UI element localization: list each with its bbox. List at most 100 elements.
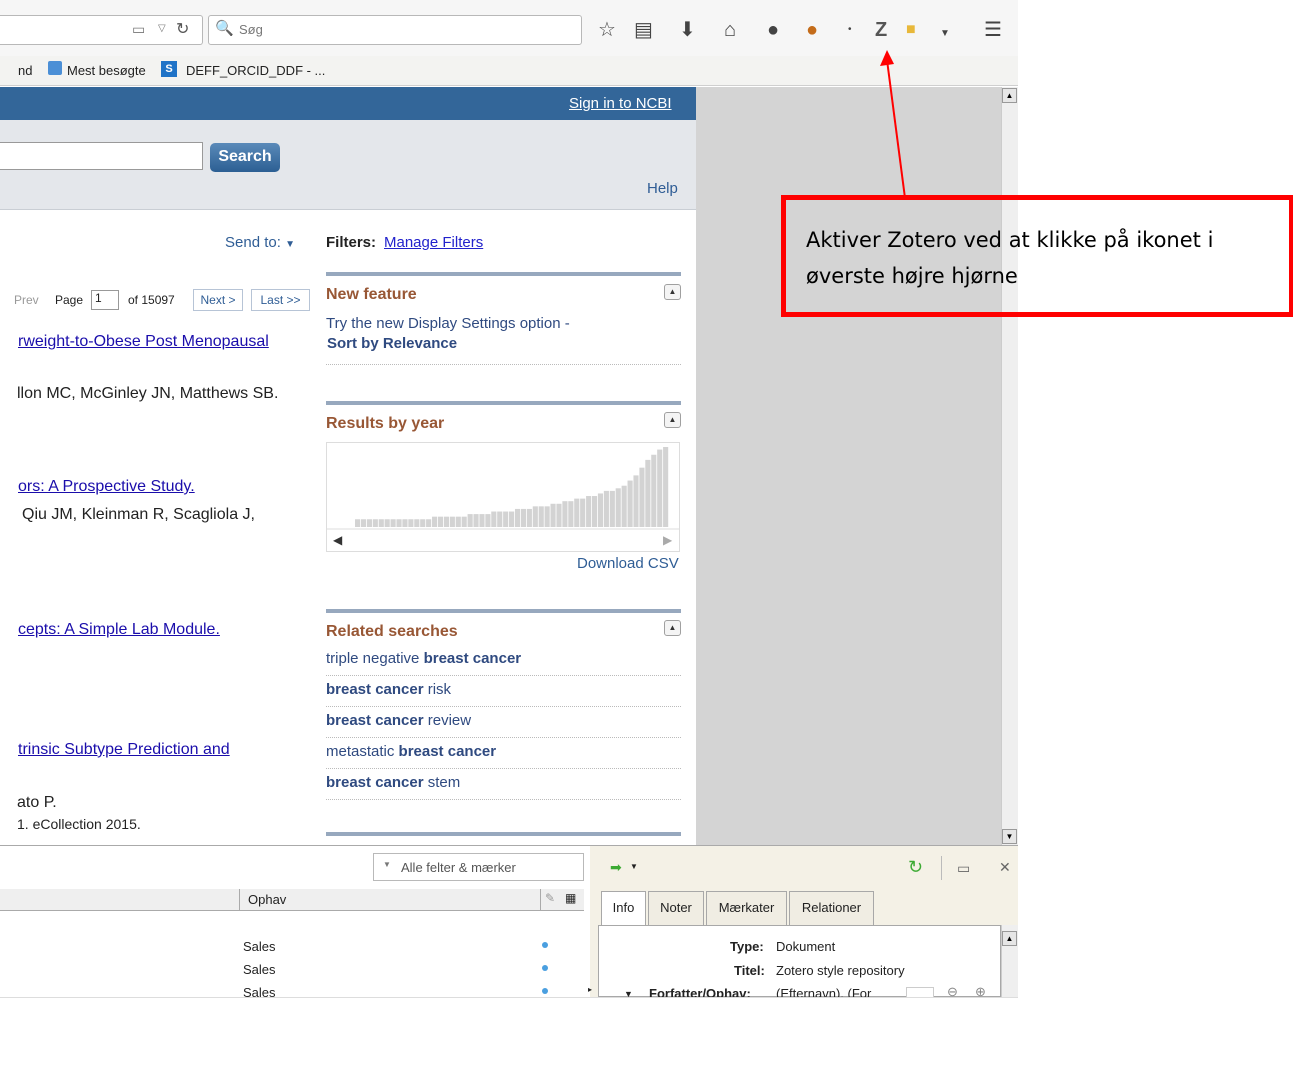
splitter-arrow-icon[interactable]: ▸ [588, 985, 592, 994]
chevron-down-icon[interactable]: ▼ [940, 24, 950, 44]
search-button[interactable]: Search [210, 143, 280, 172]
year-bar[interactable] [402, 519, 408, 527]
related-search-item[interactable]: metastatic breast cancer [326, 739, 681, 769]
year-bar[interactable] [580, 498, 586, 527]
year-bar[interactable] [526, 508, 532, 527]
next-page-button[interactable]: Next > [193, 289, 243, 311]
year-bar[interactable] [443, 516, 449, 527]
search-input[interactable] [0, 142, 203, 170]
year-bar[interactable] [467, 514, 473, 527]
year-bar[interactable] [645, 459, 651, 527]
year-bar[interactable] [491, 511, 497, 527]
year-bar[interactable] [615, 488, 621, 527]
zotero-icon[interactable]: Z [875, 20, 887, 40]
menu-icon[interactable]: ☰ [984, 20, 1002, 40]
chat-icon[interactable]: ● [767, 20, 779, 40]
chart-scroll-right-icon[interactable]: ▶ [663, 533, 673, 547]
year-bar[interactable] [360, 519, 367, 527]
year-bar[interactable] [414, 519, 420, 527]
dropdown-icon[interactable]: ▽ [158, 23, 166, 34]
year-bar[interactable] [437, 516, 444, 527]
tab-noter[interactable]: Noter [648, 891, 704, 925]
year-bar[interactable] [550, 503, 556, 527]
year-bar[interactable] [408, 519, 414, 527]
reader-view-icon[interactable]: ▭ [132, 21, 145, 38]
year-bar[interactable] [639, 467, 645, 527]
year-bar[interactable] [663, 447, 669, 527]
bookmark-deff-orcid[interactable]: DEFF_ORCID_DDF - ... [186, 63, 325, 78]
url-bar[interactable]: ▭ ▽ ↻ [0, 15, 203, 45]
year-bar[interactable] [366, 519, 372, 527]
year-bar[interactable] [426, 519, 432, 527]
prev-page-link[interactable]: Prev [14, 293, 39, 307]
search-engine-icon[interactable]: 🔍 [215, 19, 234, 37]
item-creator[interactable]: Sales [243, 962, 276, 977]
year-bar[interactable] [651, 454, 657, 527]
year-bar[interactable] [574, 498, 580, 527]
year-bar[interactable] [355, 519, 361, 527]
year-bar[interactable] [520, 508, 527, 527]
year-bar[interactable] [538, 506, 544, 527]
year-bar[interactable] [633, 475, 639, 527]
year-bar[interactable] [449, 516, 455, 527]
year-bar[interactable] [609, 490, 615, 527]
send-to-menu[interactable]: Send to: ▼ [225, 234, 295, 251]
page-number-input[interactable]: 1 [91, 290, 119, 310]
year-bar[interactable] [627, 480, 633, 527]
fullscreen-icon[interactable]: ▭ [957, 860, 970, 877]
title-value[interactable]: Zotero style repository [776, 963, 905, 978]
related-search-item[interactable]: breast cancer stem [326, 770, 681, 800]
reload-icon[interactable]: ↻ [176, 19, 189, 39]
locate-icon[interactable]: ➡ [610, 859, 622, 876]
download-icon[interactable]: ⬇ [679, 20, 696, 40]
year-bar[interactable] [485, 514, 491, 527]
item-creator[interactable]: Sales [243, 939, 276, 954]
year-bar[interactable] [455, 516, 461, 527]
result-title[interactable]: trinsic Subtype Prediction and [18, 741, 230, 759]
tab-relationer[interactable]: Relationer [789, 891, 874, 925]
year-bar[interactable] [603, 490, 609, 527]
year-bar[interactable] [390, 519, 396, 527]
year-bar[interactable] [532, 506, 538, 527]
year-bar[interactable] [562, 501, 568, 527]
year-bar[interactable] [509, 511, 515, 527]
year-bar[interactable] [372, 519, 378, 527]
year-bar[interactable] [657, 449, 663, 527]
year-bar[interactable] [544, 506, 550, 527]
folder-icon[interactable]: ■ [906, 20, 916, 40]
chart-scroll-left-icon[interactable]: ◀ [333, 533, 343, 547]
year-bar[interactable] [461, 516, 467, 527]
related-search-item[interactable]: breast cancer risk [326, 677, 681, 707]
year-bar[interactable] [621, 485, 627, 527]
sign-in-link[interactable]: Sign in to NCBI [569, 95, 672, 112]
star-icon[interactable]: ☆ [598, 20, 616, 40]
column-picker-icon[interactable]: ▦ [565, 891, 576, 905]
extension-icon[interactable]: ● [806, 20, 818, 40]
bookmark-most-visited[interactable]: Mest besøgte [67, 63, 146, 78]
collapse-results-by-year-button[interactable]: ▲ [664, 412, 681, 428]
scroll-down-button[interactable]: ▼ [1002, 829, 1017, 844]
scroll-up-button[interactable]: ▲ [1002, 88, 1017, 103]
reading-list-icon[interactable]: ▤ [634, 20, 653, 40]
last-page-button[interactable]: Last >> [251, 289, 310, 311]
bookmark-item[interactable]: nd [18, 63, 32, 78]
year-bar[interactable] [384, 519, 390, 527]
result-title[interactable]: cepts: A Simple Lab Module. [18, 621, 220, 639]
download-csv-link[interactable]: Download CSV [577, 555, 679, 572]
year-bar[interactable] [479, 514, 485, 527]
help-link[interactable]: Help [647, 180, 678, 197]
result-title[interactable]: ors: A Prospective Study. [18, 478, 195, 496]
collapse-related-button[interactable]: ▲ [664, 620, 681, 636]
close-icon[interactable]: ✕ [999, 859, 1011, 876]
year-bar[interactable] [591, 496, 598, 527]
column-ophav[interactable]: Ophav [248, 892, 286, 907]
home-icon[interactable]: ⌂ [724, 20, 736, 40]
chevron-down-icon[interactable]: ▼ [630, 862, 638, 871]
year-bar[interactable] [503, 511, 509, 527]
year-bar[interactable] [432, 516, 438, 527]
browser-search-box[interactable]: 🔍 Søg [208, 15, 582, 45]
year-bar[interactable] [597, 493, 604, 527]
related-search-item[interactable]: breast cancer review [326, 708, 681, 738]
sort-by-relevance-link[interactable]: Sort by Relevance [327, 335, 457, 352]
year-bar[interactable] [378, 519, 384, 527]
